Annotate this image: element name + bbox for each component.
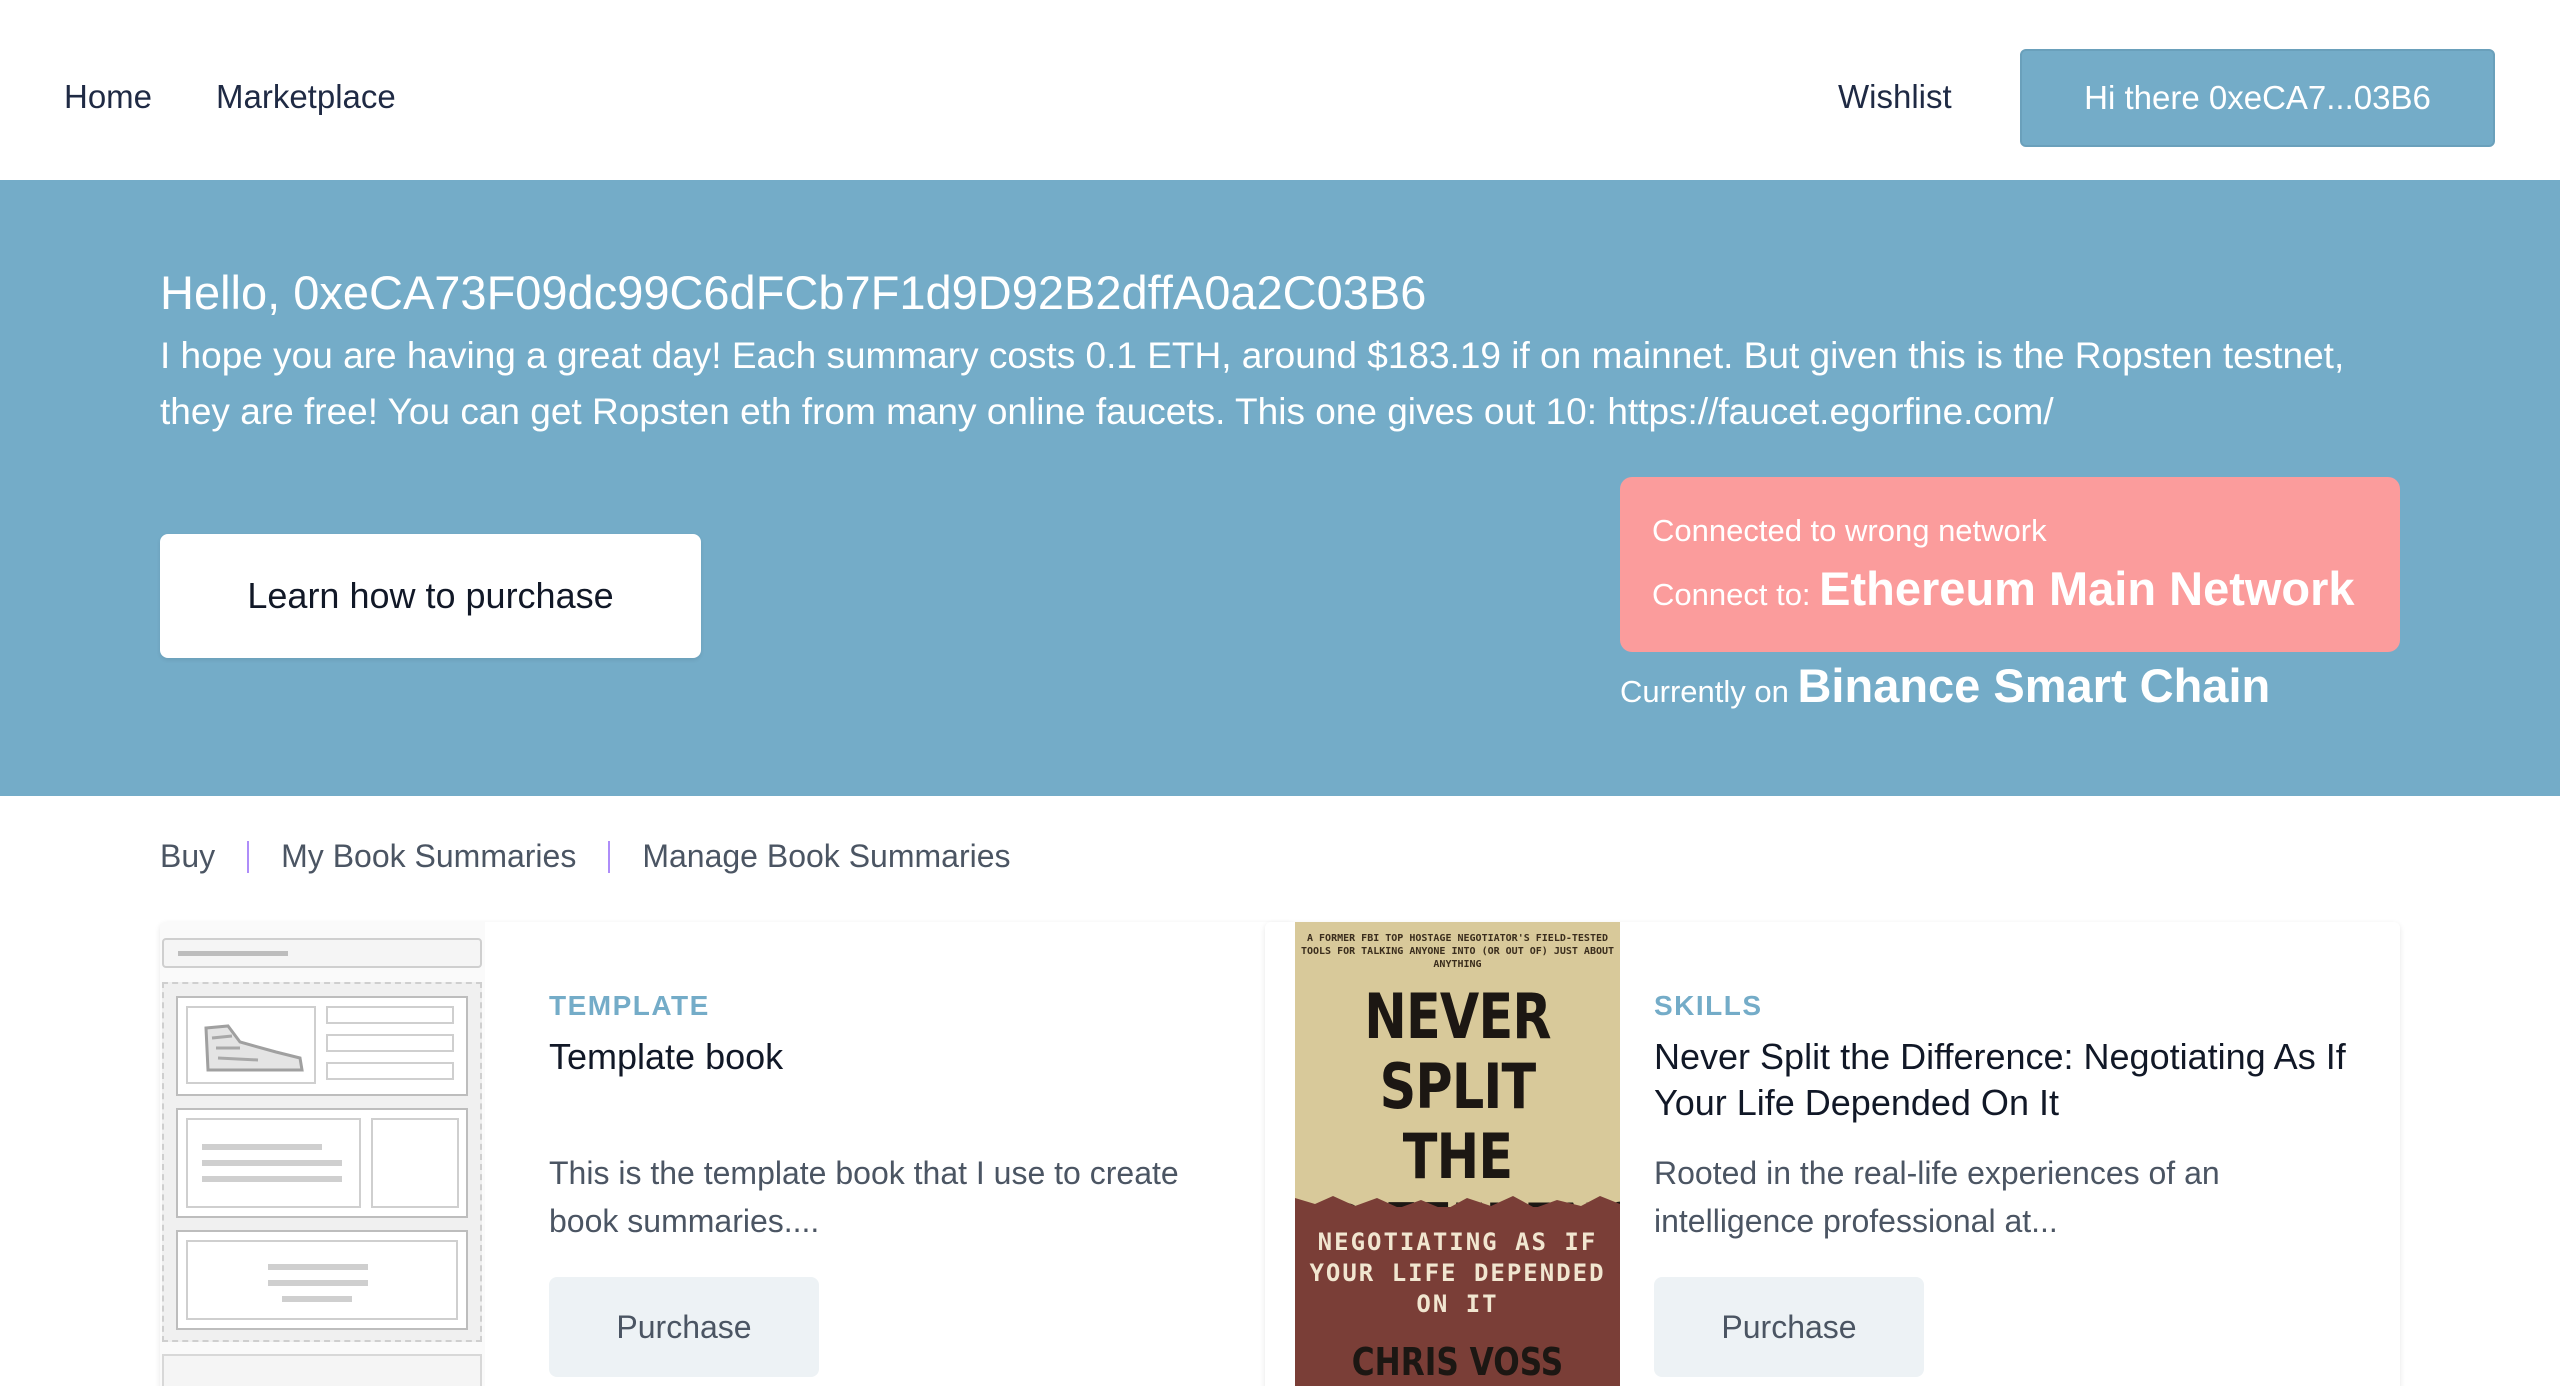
tab-divider [247, 840, 250, 873]
card-description: Rooted in the real-life experiences of a… [1654, 1155, 2220, 1239]
book-thumbnail: A FORMER FBI TOP HOSTAGE NEGOTIATOR'S FI… [1295, 922, 1620, 1386]
current-network-name: Binance Smart Chain [1797, 659, 2271, 712]
book-cover-image: A FORMER FBI TOP HOSTAGE NEGOTIATOR'S FI… [1295, 922, 1620, 1386]
nav-marketplace-link[interactable]: Marketplace [216, 78, 396, 116]
card-title[interactable]: Never Split the Difference: Negotiating … [1654, 1034, 2354, 1126]
wrong-network-title: Connected to wrong network [1652, 513, 2047, 548]
tab-manage-book-summaries[interactable]: Manage Book Summaries [642, 838, 1010, 875]
summary-tabs: Buy My Book Summaries Manage Book Summar… [160, 838, 1011, 875]
nav-wishlist-link[interactable]: Wishlist [1838, 78, 1952, 116]
card-title[interactable]: Template book [549, 1034, 1249, 1080]
card-description: This is the template book that I use to … [549, 1155, 1179, 1239]
account-button[interactable]: Hi there 0xeCA7...03B6 [2020, 49, 2495, 147]
learn-how-to-purchase-button[interactable]: Learn how to purchase [160, 534, 701, 658]
nav-home-link[interactable]: Home [64, 78, 152, 116]
purchase-button[interactable]: Purchase [549, 1277, 819, 1377]
connect-to-label: Connect to: [1652, 577, 1811, 612]
currently-on-label: Currently on [1620, 674, 1789, 709]
card-category: TEMPLATE [549, 990, 710, 1021]
card-category: SKILLS [1654, 990, 1763, 1021]
book-card: A FORMER FBI TOP HOSTAGE NEGOTIATOR'S FI… [1265, 922, 2400, 1386]
tab-buy[interactable]: Buy [160, 838, 215, 875]
current-network-line: Currently on Binance Smart Chain [1620, 658, 2270, 713]
template-wireframe-image [160, 922, 485, 1386]
hero-banner: Hello, 0xeCA73F09dc99C6dFCb7F1d9D92B2dff… [0, 180, 2560, 796]
top-navigation: Home Marketplace Wishlist Hi there 0xeCA… [0, 0, 2560, 180]
book-thumbnail [160, 922, 485, 1386]
cover-author: CHRIS VOSS [1351, 1340, 1564, 1384]
purchase-button[interactable]: Purchase [1654, 1277, 1924, 1377]
cover-tagline: A FORMER FBI TOP HOSTAGE NEGOTIATOR'S FI… [1300, 933, 1615, 970]
tab-divider [608, 840, 611, 873]
book-card: TEMPLATE Template book This is the templ… [160, 922, 1295, 1386]
greeting-heading: Hello, 0xeCA73F09dc99C6dFCb7F1d9D92B2dff… [160, 266, 1427, 319]
hero-message: I hope you are having a great day! Each … [160, 335, 2345, 432]
shoe-icon [204, 1024, 304, 1072]
connect-to-line: Connect to: Ethereum Main Network [1652, 561, 2368, 616]
tab-my-book-summaries[interactable]: My Book Summaries [281, 838, 576, 875]
cover-subtitle: NEGOTIATING AS IF YOUR LIFE DEPENDED ON … [1309, 1228, 1606, 1318]
target-network-name: Ethereum Main Network [1819, 562, 2355, 615]
wrong-network-alert: Connected to wrong network Connect to: E… [1620, 477, 2400, 652]
